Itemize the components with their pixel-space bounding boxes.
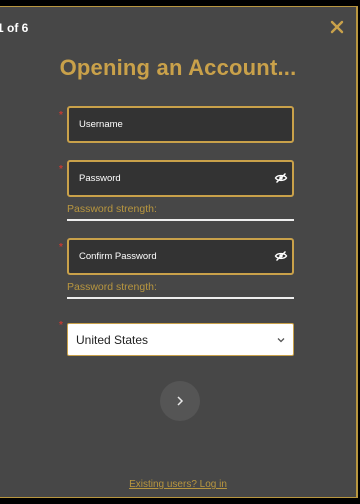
app-frame: 1 of 6 Opening an Account... * * — [0, 0, 360, 504]
eye-slash-icon — [274, 251, 288, 261]
confirm-password-field-container — [67, 238, 294, 275]
confirm-password-strength-bar — [67, 297, 294, 299]
close-icon — [330, 20, 344, 34]
page-title: Opening an Account... — [59, 55, 297, 80]
close-button[interactable] — [328, 18, 346, 36]
existing-users-login-link[interactable]: Existing users? Log in — [0, 479, 356, 490]
username-field-container — [67, 106, 294, 143]
password-field-container — [67, 160, 294, 197]
chevron-down-icon — [277, 338, 285, 343]
chevron-right-icon — [177, 396, 184, 406]
eye-slash-icon — [274, 173, 288, 183]
username-field[interactable] — [69, 108, 259, 141]
country-select-value: United States — [76, 333, 149, 347]
toggle-confirm-password-visibility-button[interactable] — [274, 249, 288, 263]
required-marker: * — [59, 242, 63, 253]
confirm-password-strength-label: Password strength: — [67, 281, 157, 293]
required-marker: * — [59, 110, 63, 121]
required-marker: * — [59, 164, 63, 175]
toggle-password-visibility-button[interactable] — [274, 171, 288, 185]
signup-modal: 1 of 6 Opening an Account... * * — [0, 6, 358, 498]
country-select[interactable]: United States — [67, 323, 294, 356]
next-button[interactable] — [160, 381, 200, 421]
required-marker: * — [59, 320, 63, 331]
password-strength-label: Password strength: — [67, 203, 157, 215]
confirm-password-field[interactable] — [69, 240, 259, 273]
step-indicator: 1 of 6 — [0, 21, 29, 35]
password-field[interactable] — [69, 162, 259, 195]
password-strength-bar — [67, 219, 294, 221]
